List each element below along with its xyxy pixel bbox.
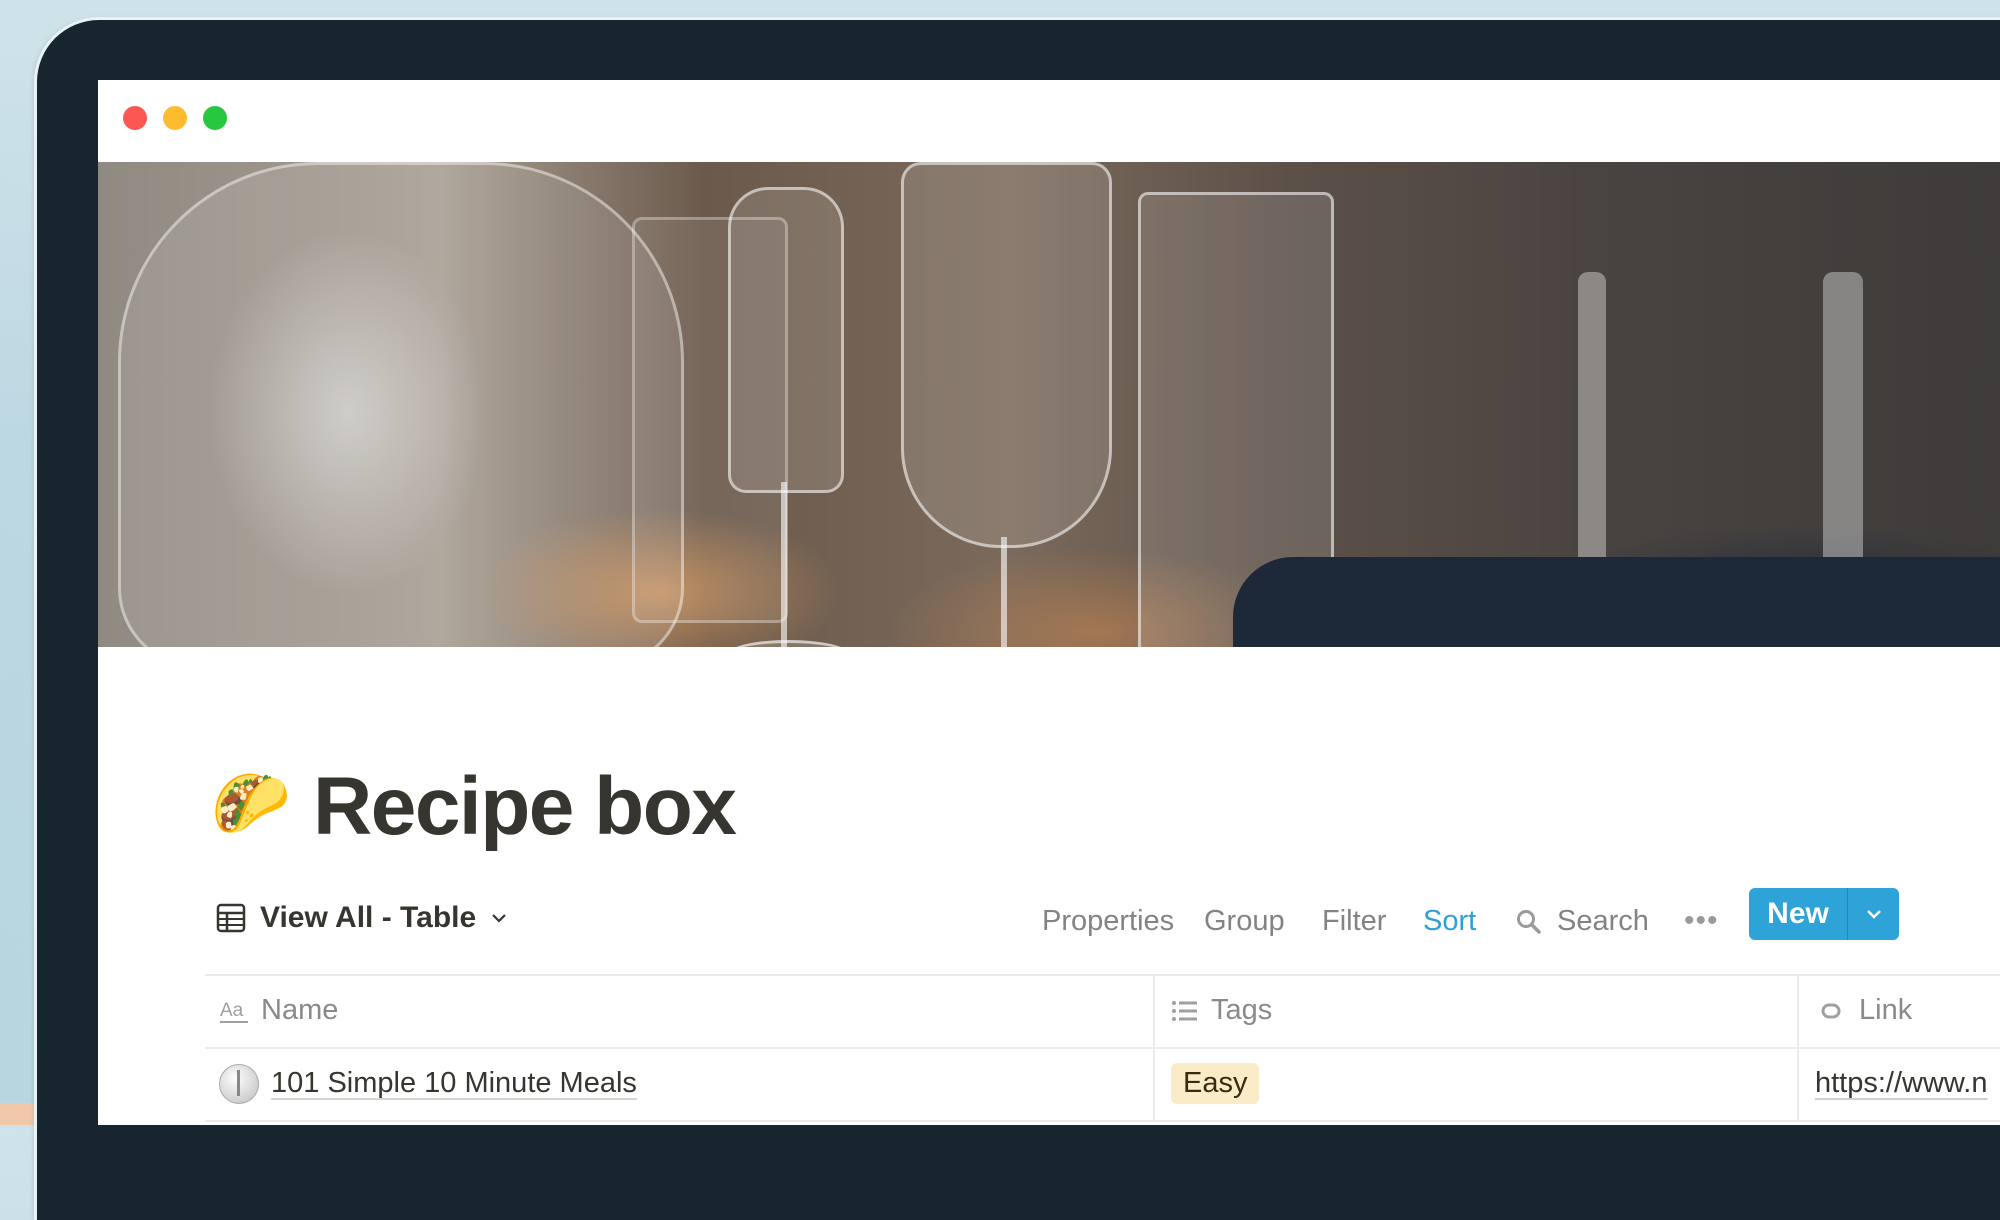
background-accent [0, 1103, 37, 1125]
row-title[interactable]: 101 Simple 10 Minute Meals [271, 1067, 637, 1100]
table-row-tags-cell[interactable]: Easy [1171, 1047, 1260, 1120]
svg-text:Aa: Aa [220, 1000, 244, 1021]
cover-glass-1 [118, 162, 684, 647]
view-selector[interactable]: View All - Table [216, 901, 508, 935]
group-button[interactable]: Group [1204, 905, 1285, 938]
filter-button[interactable]: Filter [1322, 905, 1386, 938]
maximize-window-button[interactable] [203, 106, 227, 130]
new-dropdown-button[interactable] [1848, 888, 1899, 940]
database-toolbar: View All - Table Properties Group Filter… [98, 888, 2000, 958]
search-button[interactable]: Search [1557, 905, 1649, 938]
new-button-group: New [1749, 888, 1899, 940]
chevron-down-icon [492, 914, 506, 923]
page-title[interactable]: Recipe box [313, 762, 737, 852]
properties-button[interactable]: Properties [1042, 905, 1174, 938]
more-options-button[interactable]: ••• [1684, 904, 1719, 938]
cover-chair-2 [1823, 272, 1863, 602]
cover-glass-3 [901, 162, 1112, 548]
app-window: 🌮 Recipe box View All - Table Properties… [98, 80, 2000, 1125]
close-window-button[interactable] [123, 106, 147, 130]
cover-base-2 [728, 640, 849, 647]
column-divider [1153, 974, 1155, 1121]
cover-glass-5 [632, 217, 788, 623]
search-icon [1517, 910, 1541, 934]
stopwatch-icon [219, 1063, 259, 1104]
column-divider [1797, 974, 1799, 1121]
page-icon[interactable]: 🌮 [211, 768, 293, 838]
minimize-window-button[interactable] [163, 106, 187, 130]
link-value[interactable]: https://www.n [1815, 1067, 1987, 1100]
table-row-name-cell[interactable]: 101 Simple 10 Minute Meals [219, 1047, 637, 1120]
tag-badge: Easy [1171, 1063, 1260, 1104]
column-label: Tags [1211, 994, 1273, 1026]
column-header-name[interactable]: Aa Name [219, 974, 338, 1047]
cover-napkin [1233, 557, 2000, 647]
title-bar [98, 80, 2000, 162]
new-button[interactable]: New [1749, 888, 1848, 940]
cover-stem-3 [1001, 537, 1007, 647]
column-header-link[interactable]: Link [1815, 974, 1912, 1047]
cover-image[interactable] [98, 162, 2000, 647]
column-label: Name [261, 994, 339, 1026]
text-aa-icon: Aa [220, 1000, 248, 1023]
chevron-down-icon [1866, 910, 1881, 919]
column-label: Link [1859, 994, 1913, 1026]
table-view-icon [216, 903, 246, 933]
sort-button[interactable]: Sort [1423, 905, 1476, 938]
list-icon [1172, 1000, 1197, 1021]
link-icon [1821, 1003, 1841, 1018]
column-header-tags[interactable]: Tags [1171, 974, 1272, 1047]
view-label: View All - Table [260, 901, 477, 934]
row-bottom-border [205, 1120, 2000, 1122]
table-top-border [205, 974, 2000, 976]
table-row-link-cell[interactable]: https://www.n [1815, 1047, 1987, 1120]
